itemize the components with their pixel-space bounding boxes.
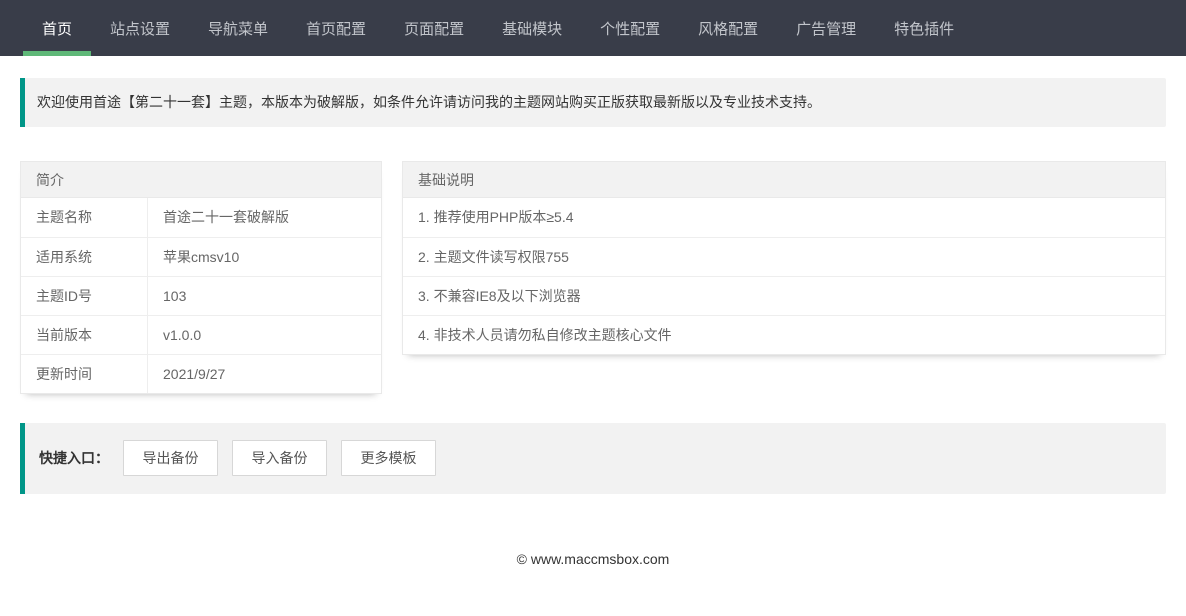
table-row-value: 103	[148, 277, 186, 315]
welcome-banner: 欢迎使用首途【第二十一套】主题，本版本为破解版，如条件允许请访问我的主题网站购买…	[20, 78, 1166, 127]
notes-panel: 基础说明 1. 推荐使用PHP版本≥5.42. 主题文件读写权限7553. 不兼…	[402, 161, 1166, 355]
notes-panel-title: 基础说明	[403, 162, 1165, 198]
page-content: 欢迎使用首途【第二十一套】主题，本版本为破解版，如条件允许请访问我的主题网站购买…	[20, 78, 1166, 589]
table-row-value: 首途二十一套破解版	[148, 198, 289, 237]
table-row-label: 适用系统	[21, 238, 148, 276]
nav-item-featured-plugins[interactable]: 特色插件	[875, 0, 973, 56]
table-row: 当前版本v1.0.0	[21, 315, 381, 354]
export-backup-button[interactable]: 导出备份	[123, 440, 218, 476]
nav-item-page-config[interactable]: 页面配置	[385, 0, 483, 56]
list-item: 3. 不兼容IE8及以下浏览器	[403, 276, 1165, 315]
nav-item-style-config[interactable]: 风格配置	[679, 0, 777, 56]
list-item: 4. 非技术人员请勿私自修改主题核心文件	[403, 315, 1165, 354]
notes-list: 1. 推荐使用PHP版本≥5.42. 主题文件读写权限7553. 不兼容IE8及…	[403, 198, 1165, 354]
quick-entry-label: 快捷入口：	[39, 448, 109, 468]
import-backup-button[interactable]: 导入备份	[232, 440, 327, 476]
nav-item-site-settings[interactable]: 站点设置	[91, 0, 189, 56]
table-row-label: 主题ID号	[21, 277, 148, 315]
table-row-value: 2021/9/27	[148, 355, 225, 393]
intro-panel-title: 简介	[21, 162, 381, 198]
panels-row: 简介 主题名称首途二十一套破解版适用系统苹果cmsv10主题ID号103当前版本…	[20, 161, 1166, 394]
nav-item-basic-module[interactable]: 基础模块	[483, 0, 581, 56]
intro-panel: 简介 主题名称首途二十一套破解版适用系统苹果cmsv10主题ID号103当前版本…	[20, 161, 382, 394]
table-row: 主题名称首途二十一套破解版	[21, 198, 381, 237]
top-nav: 首页站点设置导航菜单首页配置页面配置基础模块个性配置风格配置广告管理特色插件	[0, 0, 1186, 56]
table-row: 适用系统苹果cmsv10	[21, 237, 381, 276]
table-row-value: 苹果cmsv10	[148, 238, 239, 276]
nav-item-nav-menu[interactable]: 导航菜单	[189, 0, 287, 56]
list-item: 1. 推荐使用PHP版本≥5.4	[403, 198, 1165, 237]
welcome-banner-text: 欢迎使用首途【第二十一套】主题，本版本为破解版，如条件允许请访问我的主题网站购买…	[37, 94, 821, 110]
list-item: 2. 主题文件读写权限755	[403, 237, 1165, 276]
copyright-text: © www.maccmsbox.com	[517, 551, 670, 567]
nav-item-personal-config[interactable]: 个性配置	[581, 0, 679, 56]
intro-table: 主题名称首途二十一套破解版适用系统苹果cmsv10主题ID号103当前版本v1.…	[21, 198, 381, 393]
footer: © www.maccmsbox.com	[20, 551, 1166, 589]
quick-entry-buttons: 导出备份导入备份更多模板	[123, 440, 450, 476]
table-row: 主题ID号103	[21, 276, 381, 315]
nav-item-home-config[interactable]: 首页配置	[287, 0, 385, 56]
nav-item-home[interactable]: 首页	[23, 0, 91, 56]
table-row: 更新时间2021/9/27	[21, 354, 381, 393]
table-row-label: 主题名称	[21, 198, 148, 237]
quick-entry-section: 快捷入口： 导出备份导入备份更多模板	[20, 423, 1166, 494]
table-row-label: 当前版本	[21, 316, 148, 354]
nav-item-ad-management[interactable]: 广告管理	[777, 0, 875, 56]
more-templates-button[interactable]: 更多模板	[341, 440, 436, 476]
table-row-label: 更新时间	[21, 355, 148, 393]
table-row-value: v1.0.0	[148, 316, 201, 354]
